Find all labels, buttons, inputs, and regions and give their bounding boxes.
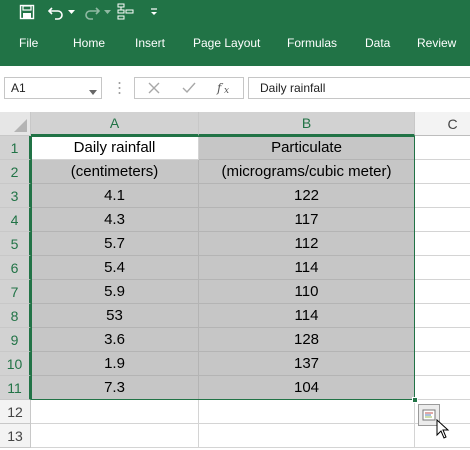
tab-insert[interactable]: Insert bbox=[135, 36, 165, 50]
cell-b1[interactable]: Particulate bbox=[199, 136, 415, 160]
svg-text:f: f bbox=[216, 81, 224, 95]
formula-value: Daily rainfall bbox=[260, 81, 326, 95]
worksheet-grid: A B C 1 Daily rainfall Particulate 2 (centim… bbox=[0, 112, 470, 450]
cell-b13[interactable] bbox=[199, 424, 415, 448]
row-header-10[interactable]: 10 bbox=[0, 352, 31, 376]
select-all-corner[interactable] bbox=[0, 112, 31, 136]
cell-c5[interactable] bbox=[415, 232, 470, 256]
row-header-1[interactable]: 1 bbox=[0, 136, 31, 160]
column-header-c[interactable]: C bbox=[415, 112, 470, 136]
cell-c9[interactable] bbox=[415, 328, 470, 352]
tab-file[interactable]: File bbox=[19, 36, 38, 50]
cell-a5[interactable]: 5.7 bbox=[31, 232, 199, 256]
row-header-2[interactable]: 2 bbox=[0, 160, 31, 184]
name-box[interactable]: A1 bbox=[4, 77, 102, 99]
row-header-4[interactable]: 4 bbox=[0, 208, 31, 232]
tab-home[interactable]: Home bbox=[73, 36, 105, 50]
name-box-dropdown-icon[interactable] bbox=[89, 83, 97, 101]
undo-icon[interactable] bbox=[46, 2, 66, 22]
cell-b9[interactable]: 128 bbox=[199, 328, 415, 352]
insert-function-icon[interactable]: fx bbox=[215, 78, 237, 98]
fill-handle[interactable] bbox=[412, 397, 418, 403]
ribbon-tabs: File Home Insert Page Layout Formulas Da… bbox=[0, 34, 470, 56]
cell-c11[interactable] bbox=[415, 376, 470, 400]
redo-dropdown-icon[interactable] bbox=[103, 2, 111, 22]
customize-toolbar-icon[interactable] bbox=[148, 2, 160, 22]
cell-a3[interactable]: 4.1 bbox=[31, 184, 199, 208]
name-box-value: A1 bbox=[11, 81, 26, 95]
tab-data[interactable]: Data bbox=[365, 36, 390, 50]
quick-analysis-icon bbox=[422, 409, 436, 421]
formula-bar: A1 fx Daily rainfall bbox=[0, 66, 470, 112]
formula-actions: fx bbox=[134, 77, 244, 99]
formula-bar-divider[interactable] bbox=[118, 81, 121, 95]
cell-b2[interactable]: (micrograms/cubic meter) bbox=[199, 160, 415, 184]
cell-a6[interactable]: 5.4 bbox=[31, 256, 199, 280]
cell-a2[interactable]: (centimeters) bbox=[31, 160, 199, 184]
quick-access-toolbar bbox=[0, 0, 470, 24]
cell-a10[interactable]: 1.9 bbox=[31, 352, 199, 376]
cell-c3[interactable] bbox=[415, 184, 470, 208]
form-icon[interactable] bbox=[116, 2, 136, 22]
save-icon[interactable] bbox=[16, 2, 38, 22]
enter-icon[interactable] bbox=[180, 78, 198, 98]
row-header-7[interactable]: 7 bbox=[0, 280, 31, 304]
tab-page-layout[interactable]: Page Layout bbox=[193, 36, 260, 50]
svg-text:x: x bbox=[224, 86, 229, 95]
mouse-cursor-icon bbox=[436, 418, 450, 444]
cell-b5[interactable]: 112 bbox=[199, 232, 415, 256]
row-header-5[interactable]: 5 bbox=[0, 232, 31, 256]
row-header-13[interactable]: 13 bbox=[0, 424, 31, 448]
undo-dropdown-icon[interactable] bbox=[67, 2, 75, 22]
cell-a9[interactable]: 3.6 bbox=[31, 328, 199, 352]
cell-b3[interactable]: 122 bbox=[199, 184, 415, 208]
cell-b11[interactable]: 104 bbox=[199, 376, 415, 400]
cell-a4[interactable]: 4.3 bbox=[31, 208, 199, 232]
cell-c7[interactable] bbox=[415, 280, 470, 304]
ribbon: File Home Insert Page Layout Formulas Da… bbox=[0, 0, 470, 66]
cell-a8[interactable]: 53 bbox=[31, 304, 199, 328]
cell-c6[interactable] bbox=[415, 256, 470, 280]
cancel-icon[interactable] bbox=[145, 78, 163, 98]
row-header-3[interactable]: 3 bbox=[0, 184, 31, 208]
cell-c8[interactable] bbox=[415, 304, 470, 328]
cell-b6[interactable]: 114 bbox=[199, 256, 415, 280]
row-header-6[interactable]: 6 bbox=[0, 256, 31, 280]
cell-a12[interactable] bbox=[31, 400, 199, 424]
tab-formulas[interactable]: Formulas bbox=[287, 36, 337, 50]
cell-c10[interactable] bbox=[415, 352, 470, 376]
tab-review[interactable]: Review bbox=[417, 36, 456, 50]
cell-a13[interactable] bbox=[31, 424, 199, 448]
cell-c4[interactable] bbox=[415, 208, 470, 232]
cell-b8[interactable]: 114 bbox=[199, 304, 415, 328]
column-header-b[interactable]: B bbox=[199, 112, 415, 136]
cell-b12[interactable] bbox=[199, 400, 415, 424]
formula-input[interactable]: Daily rainfall bbox=[248, 77, 470, 99]
row-header-9[interactable]: 9 bbox=[0, 328, 31, 352]
cell-b10[interactable]: 137 bbox=[199, 352, 415, 376]
row-header-12[interactable]: 12 bbox=[0, 400, 31, 424]
cell-b4[interactable]: 117 bbox=[199, 208, 415, 232]
cell-c1[interactable] bbox=[415, 136, 470, 160]
cell-a7[interactable]: 5.9 bbox=[31, 280, 199, 304]
row-header-8[interactable]: 8 bbox=[0, 304, 31, 328]
cell-a11[interactable]: 7.3 bbox=[31, 376, 199, 400]
row-header-11[interactable]: 11 bbox=[0, 376, 31, 400]
redo-icon[interactable] bbox=[82, 2, 102, 22]
cell-c2[interactable] bbox=[415, 160, 470, 184]
cell-b7[interactable]: 110 bbox=[199, 280, 415, 304]
column-header-a[interactable]: A bbox=[31, 112, 199, 136]
cell-a1[interactable]: Daily rainfall bbox=[31, 136, 199, 160]
